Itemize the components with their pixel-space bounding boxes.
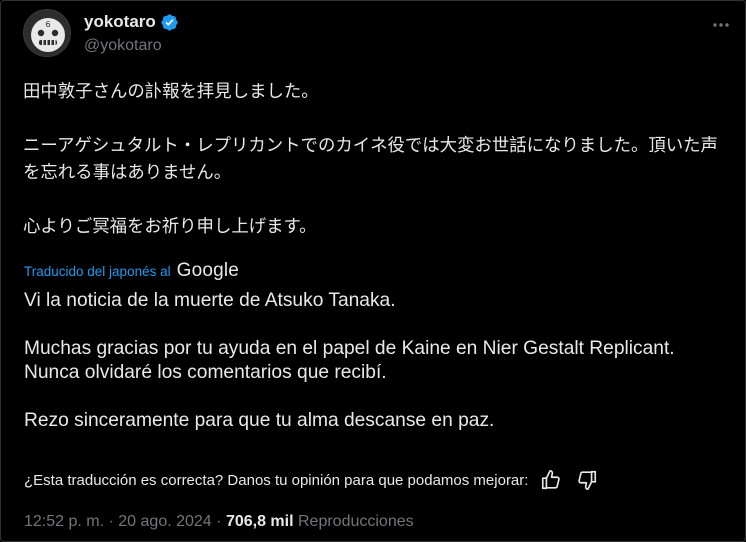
google-logo: Google <box>176 260 240 281</box>
meta-separator: · <box>216 513 222 530</box>
meta-separator: · <box>108 513 114 530</box>
avatar[interactable]: 6 <box>23 9 71 57</box>
original-tweet-text: 田中敦子さんの訃報を拝見しました。 ニーアゲシュタルト・レプリカントでのカイネ役… <box>23 79 723 241</box>
avatar-mask-icon: 6 <box>24 10 70 56</box>
tweet-header: 6 yokotaro @yokotaro <box>23 9 731 65</box>
name-row: yokotaro <box>84 12 179 32</box>
display-name[interactable]: yokotaro <box>84 12 156 32</box>
handle[interactable]: @yokotaro <box>84 37 162 55</box>
more-horizontal-icon[interactable] <box>711 15 731 35</box>
views-label: Reproducciones <box>298 513 414 530</box>
thumbs-up-icon[interactable] <box>540 469 562 491</box>
translation-feedback: ¿Esta traducción es correcta? Danos tu o… <box>24 469 695 491</box>
original-paragraph-2: ニーアゲシュタルト・レプリカントでのカイネ役では大変お世話になりました。頂いた声… <box>23 136 718 183</box>
translated-paragraph-1: Vi la noticia de la muerte de Atsuko Tan… <box>24 290 396 311</box>
original-paragraph-1: 田中敦子さんの訃報を拝見しました。 <box>23 82 319 102</box>
tweet-date[interactable]: 20 ago. 2024 <box>118 513 211 530</box>
feedback-prompt: ¿Esta traducción es correcta? Danos tu o… <box>24 471 529 489</box>
translated-text: Vi la noticia de la muerte de Atsuko Tan… <box>24 289 724 433</box>
svg-text:6: 6 <box>45 20 50 29</box>
tweet-time[interactable]: 12:52 p. m. <box>24 513 104 530</box>
thumbs-down-icon[interactable] <box>576 469 598 491</box>
translated-from-label[interactable]: Traducido del japonés al <box>24 264 171 279</box>
translated-paragraph-2: Muchas gracias por tu ayuda en el papel … <box>24 338 675 383</box>
tweet-meta: 12:52 p. m. · 20 ago. 2024 · 706,8 mil R… <box>24 513 414 531</box>
translation-attribution: Traducido del japonés al Google <box>24 260 239 282</box>
original-paragraph-3: 心よりご冥福をお祈り申し上げます。 <box>23 217 317 237</box>
views-count: 706,8 mil <box>225 513 294 530</box>
verified-badge-icon[interactable] <box>160 13 179 32</box>
tweet: 6 yokotaro @yokotaro 田中敦子さんの訃報を拝見しました。 ニ… <box>0 0 746 542</box>
translated-paragraph-3: Rezo sinceramente para que tu alma desca… <box>24 410 495 431</box>
